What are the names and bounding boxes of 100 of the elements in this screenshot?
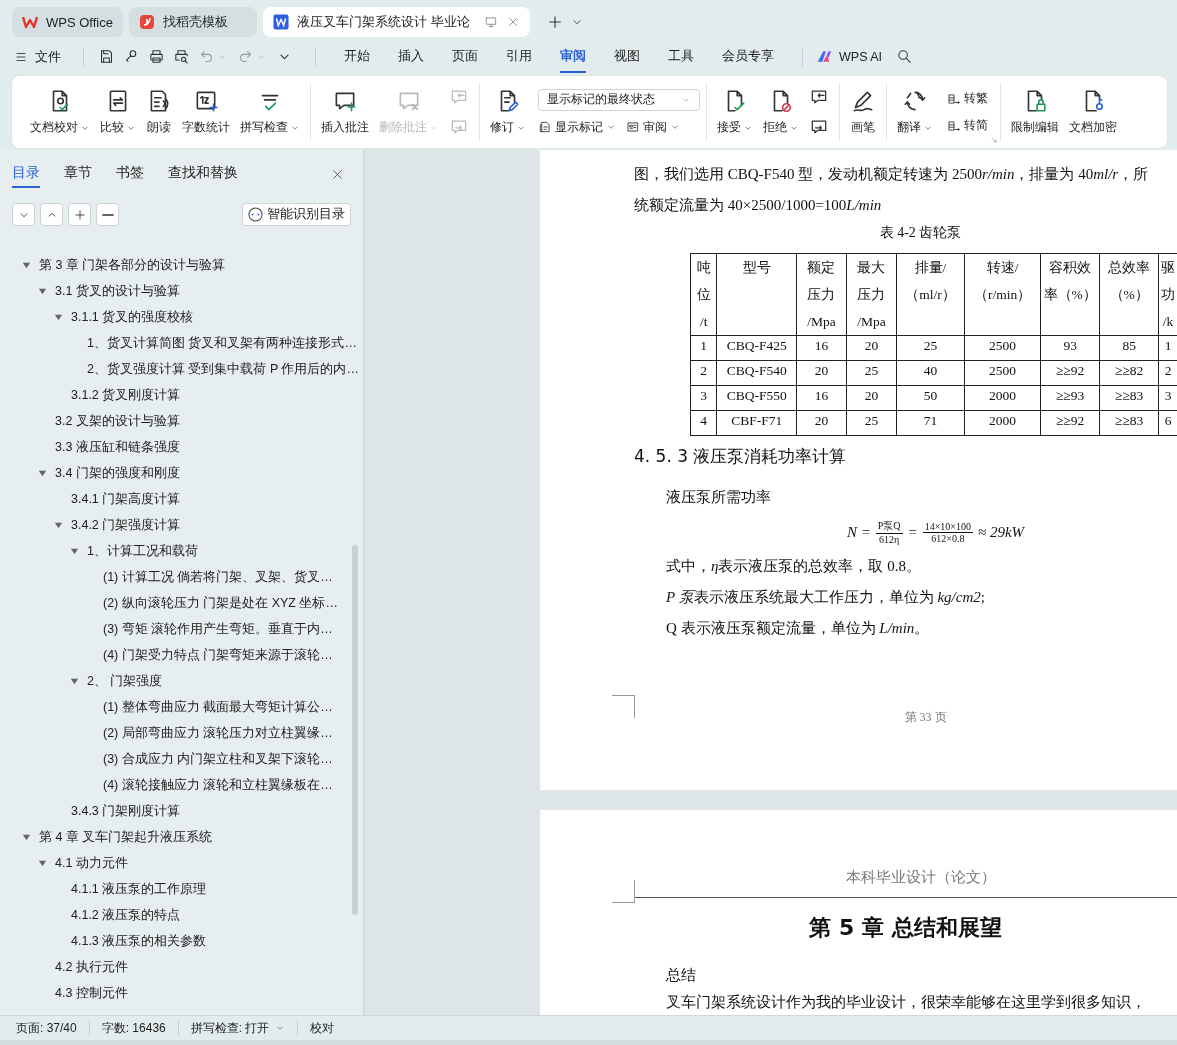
paragraph-text: 式中，η表示液压泵的总效率，取 0.8。: [665, 557, 922, 576]
toc-item[interactable]: (3) 合成应力 内门架立柱和叉架下滚轮…: [103, 750, 333, 768]
table-header-cell: 排量/ （ml/r）: [896, 253, 965, 336]
table-cell: CBQ-F540: [716, 360, 797, 386]
toc-item[interactable]: 3.4 门架的强度和刚度: [55, 464, 180, 482]
expanded-arrow-icon[interactable]: [70, 676, 79, 686]
browser-tab[interactable]: WPS Office: [12, 7, 123, 37]
toc-item[interactable]: 3.2 叉架的设计与验算: [55, 412, 180, 430]
toc-item[interactable]: 3.1 货叉的设计与验算: [55, 282, 180, 300]
ribbon-button[interactable]: 转简: [947, 117, 988, 134]
status-item[interactable]: 校对: [310, 1019, 335, 1037]
pane-tab[interactable]: 查找和替换: [168, 160, 238, 188]
print-preview-icon[interactable]: [173, 48, 190, 65]
save-icon[interactable]: [98, 48, 115, 65]
print-icon[interactable]: [148, 48, 165, 65]
corner-mark: [612, 695, 635, 718]
pane-tab[interactable]: 书签: [116, 160, 144, 188]
toc-item[interactable]: 3.1.2 货叉刚度计算: [71, 386, 181, 404]
browser-tab[interactable]: 找稻壳模板: [129, 7, 257, 37]
toc-item[interactable]: 1、货叉计算简图 货叉和叉架有两种连接形式…: [87, 334, 357, 352]
paragraph-text: Q 表示液压泵额定流量，单位为 L/min。: [665, 619, 931, 638]
toc-item[interactable]: 2、货叉强度计算 受到集中载荷 P 作用后的内…: [87, 360, 359, 378]
menu-tab[interactable]: 插入: [398, 40, 424, 73]
pane-tab[interactable]: 章节: [64, 160, 92, 188]
toc-item[interactable]: (3) 弯矩 滚轮作用产生弯矩。垂直于内…: [103, 620, 333, 638]
ai-button[interactable]: WPS AI: [817, 49, 883, 64]
toc-item[interactable]: 1、计算工况和载荷: [87, 542, 198, 560]
expanded-arrow-icon[interactable]: [54, 312, 63, 322]
ribbon-button[interactable]: 插入批注: [317, 84, 373, 140]
toc-item[interactable]: 3.4.2 门架强度计算: [71, 516, 181, 534]
toc-item[interactable]: 2、 门架强度: [87, 672, 163, 690]
toc-item[interactable]: 第 3 章 门架各部分的设计与验算: [39, 256, 226, 274]
toc-item[interactable]: 4.3 控制元件: [55, 984, 128, 1002]
dropdown-button[interactable]: 比较: [96, 84, 140, 140]
pane-tab[interactable]: 目录: [12, 160, 40, 188]
toc-item[interactable]: (4) 滚轮接触应力 滚轮和立柱翼缘板在…: [103, 776, 333, 794]
outline-button[interactable]: [96, 203, 119, 226]
status-item[interactable]: 页面: 37/40: [16, 1019, 77, 1037]
toc-item[interactable]: 4.1.2 液压泵的特点: [71, 906, 181, 924]
menu-tab[interactable]: 引用: [506, 40, 532, 73]
menu-tab[interactable]: 审阅: [560, 40, 586, 73]
menu-tab[interactable]: 开始: [344, 40, 370, 73]
toc-item[interactable]: 4.2 执行元件: [55, 958, 128, 976]
menu-tab[interactable]: 页面: [452, 40, 478, 73]
table-header-cell: 型号: [716, 253, 797, 336]
expanded-arrow-icon[interactable]: [54, 520, 63, 530]
ribbon-button[interactable]: 画笔: [846, 84, 880, 140]
search-icon[interactable]: [896, 48, 914, 65]
paragraph-text: 叉车门架系统设计作为我的毕业设计，很荣幸能够在这里学到很多知识，: [665, 993, 1147, 1012]
ribbon-button[interactable]: 转繁: [947, 90, 988, 107]
ribbon-button[interactable]: 字数统计: [178, 84, 234, 140]
toc-item[interactable]: 第 4 章 叉车门架起升液压系统: [39, 828, 213, 846]
markup-dropdown[interactable]: 显示标记的最终状态: [538, 88, 700, 111]
menu-tab[interactable]: 工具: [668, 40, 694, 73]
page-header: 本科毕业设计（论文）: [634, 867, 1177, 898]
dropdown-button[interactable]: 翻译: [893, 84, 937, 140]
menu-tab[interactable]: 视图: [614, 40, 640, 73]
toc-item[interactable]: 4.1 动力元件: [55, 854, 128, 872]
dropdown-button[interactable]: 拒绝: [759, 84, 803, 140]
dropdown-button[interactable]: 文档校对: [26, 84, 94, 140]
ribbon-button[interactable]: 限制编辑: [1007, 84, 1063, 140]
monitor-icon[interactable]: [483, 15, 498, 29]
toc-item[interactable]: 4.1.3 液压泵的相关参数: [71, 932, 207, 950]
expanded-arrow-icon[interactable]: [38, 286, 47, 296]
status-dropdown[interactable]: 拼写检查: 打开: [190, 1019, 286, 1037]
table-cell: ≥≥82: [1099, 360, 1159, 386]
dropdown-button[interactable]: 拼写检查: [236, 84, 304, 140]
paragraph-text: 图，我们选用 CBQ-F540 型，发动机额定转速为 2500r/min，排量为 40ml/r，所: [634, 165, 1150, 184]
toc-item[interactable]: (1) 整体弯曲应力 截面最大弯矩计算公…: [103, 698, 333, 716]
toc-item[interactable]: 4.1.1 液压泵的工作原理: [71, 880, 207, 898]
toc-item[interactable]: 3.4.1 门架高度计算: [71, 490, 181, 508]
dropdown-button[interactable]: 接受: [713, 84, 757, 140]
toc-item[interactable]: 3.1.1 货叉的强度校核: [71, 308, 194, 326]
table-cell: CBQ-F425: [716, 335, 797, 361]
dropdown-button[interactable]: 修订: [486, 84, 530, 140]
toc-item[interactable]: 3.4.3 门架刚度计算: [71, 802, 181, 820]
smart-toc-button[interactable]: 智能识别目录: [242, 203, 351, 226]
toc-item[interactable]: (4) 门架受力特点 门架弯矩来源于滚轮…: [103, 646, 333, 664]
expanded-arrow-icon[interactable]: [38, 858, 47, 868]
file-menu-button[interactable]: 文件: [14, 47, 69, 66]
expanded-arrow-icon[interactable]: [22, 832, 31, 842]
toc-item[interactable]: (2) 局部弯曲应力 滚轮压力对立柱翼缘…: [103, 724, 333, 742]
table-cell: 93: [1040, 335, 1100, 361]
ribbon-button[interactable]: 文档加密: [1065, 84, 1121, 140]
toc-item[interactable]: (2) 纵向滚轮压力 门架是处在 XYZ 坐标…: [103, 594, 338, 612]
ribbon-button[interactable]: 朗读: [142, 84, 176, 140]
expanded-arrow-icon[interactable]: [70, 546, 79, 556]
table-caption: 表 4-2 齿轮泵: [878, 224, 963, 242]
expanded-arrow-icon[interactable]: [38, 468, 47, 478]
expanded-arrow-icon[interactable]: [22, 260, 31, 270]
file-menu-label: 文件: [35, 47, 61, 66]
toc-item[interactable]: (1) 计算工况 倘若将门架、叉架、货叉…: [103, 568, 333, 586]
table-cell: 2: [690, 360, 717, 386]
menu-tab[interactable]: 会员专享: [722, 40, 774, 73]
toc-item[interactable]: 3.3 液压缸和链条强度: [55, 438, 180, 456]
dropdown-button[interactable]: 审阅: [626, 118, 680, 136]
scrollbar[interactable]: [352, 545, 358, 915]
status-item[interactable]: 字数: 16436: [101, 1019, 166, 1037]
dropdown-button[interactable]: 显示标记: [538, 118, 616, 136]
browser-tab[interactable]: 液压叉车门架系统设计 毕业论: [263, 7, 530, 37]
